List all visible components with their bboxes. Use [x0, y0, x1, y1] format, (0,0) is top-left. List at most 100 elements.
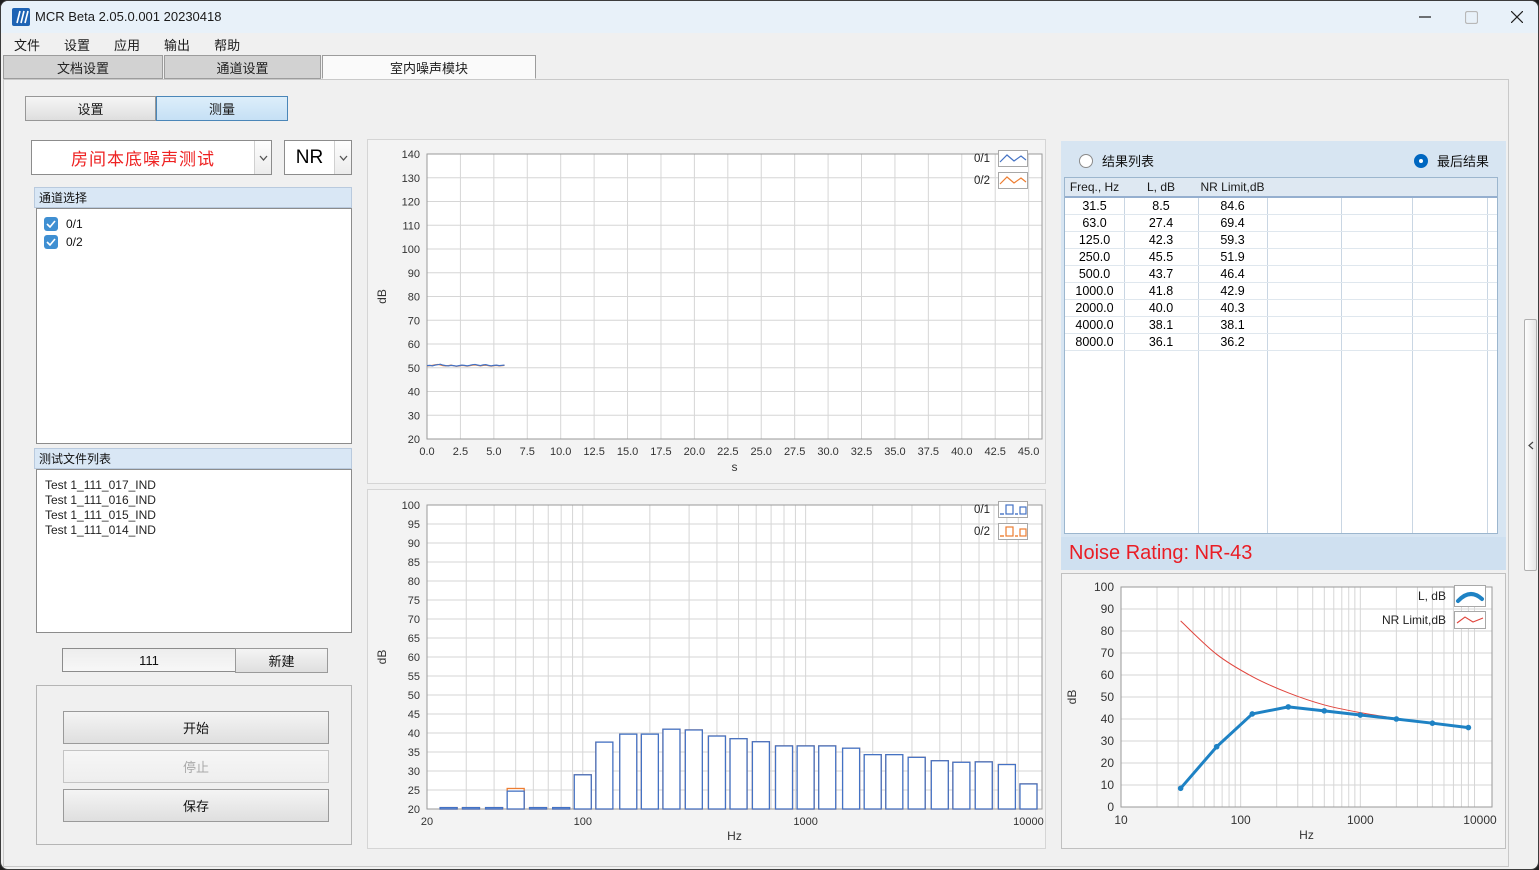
channel-list[interactable]: 0/1 0/2 [36, 208, 352, 444]
table-row[interactable]: 8000.036.136.2 [1065, 334, 1497, 351]
table-row[interactable]: 250.045.551.9 [1065, 249, 1497, 266]
nr-standard-value: NR [296, 147, 323, 169]
results-table-wrap: Freq., Hz L, dB NR Limit,dB 31.58.584.66… [1061, 175, 1506, 537]
maximize-button[interactable] [1448, 1, 1494, 33]
table-cell: 1000.0 [1065, 283, 1124, 299]
table-cell [1267, 266, 1341, 282]
table-cell: 8.5 [1124, 198, 1198, 214]
menu-item-apply[interactable]: 应用 [109, 35, 145, 54]
red-line-icon [1455, 613, 1485, 627]
start-button[interactable]: 开始 [63, 711, 329, 744]
new-button[interactable]: 新建 [235, 648, 328, 673]
menu-item-output[interactable]: 输出 [159, 35, 195, 54]
tab-channel-setup[interactable]: 通道设置 [164, 55, 321, 79]
svg-text:10: 10 [1101, 778, 1115, 792]
close-icon [1511, 11, 1523, 23]
nr-standard-combo[interactable]: NR [284, 140, 352, 175]
svg-text:20: 20 [408, 434, 420, 446]
radio-unselected-icon[interactable] [1079, 154, 1093, 168]
svg-text:35: 35 [408, 747, 420, 759]
table-cell: 51.9 [1198, 249, 1267, 265]
svg-text:dB: dB [375, 650, 389, 665]
svg-text:37.5: 37.5 [918, 446, 939, 458]
svg-text:30: 30 [408, 410, 420, 422]
test-type-combo[interactable]: 房间本底噪声测试 [31, 140, 272, 175]
title-bar: MCR Beta 2.05.0.001 20230418 [1, 1, 1539, 33]
save-button[interactable]: 保存 [63, 789, 329, 822]
file-item[interactable]: Test 1_111_014_IND [37, 523, 351, 538]
table-cell [1412, 317, 1487, 333]
file-item[interactable]: Test 1_111_015_IND [37, 508, 351, 523]
minimize-button[interactable] [1402, 1, 1448, 33]
checkbox-checked-icon[interactable] [44, 235, 58, 249]
collapse-panel-handle[interactable] [1524, 319, 1537, 571]
svg-text:0: 0 [1107, 800, 1114, 814]
table-row[interactable]: 125.042.359.3 [1065, 232, 1497, 249]
svg-text:90: 90 [1101, 602, 1115, 616]
table-row[interactable]: 31.58.584.6 [1065, 198, 1497, 215]
table-row[interactable]: 4000.038.138.1 [1065, 317, 1497, 334]
l-line-icon [1454, 585, 1486, 607]
svg-text:60: 60 [1101, 668, 1115, 682]
svg-text:45: 45 [408, 709, 420, 721]
column-header: NR Limit,dB [1198, 178, 1267, 196]
file-list[interactable]: Test 1_111_017_IND Test 1_111_016_IND Te… [36, 469, 352, 633]
column-header [1341, 178, 1412, 196]
radio-selected-icon[interactable] [1414, 154, 1428, 168]
result-list-radio[interactable]: 结果列表 [1079, 151, 1154, 170]
svg-text:42.5: 42.5 [984, 446, 1005, 458]
svg-text:65: 65 [408, 633, 420, 645]
table-cell: 42.3 [1124, 232, 1198, 248]
table-cell [1412, 283, 1487, 299]
tab-document-setup[interactable]: 文档设置 [3, 55, 163, 79]
table-row[interactable]: 63.027.469.4 [1065, 215, 1497, 232]
noise-rating-banner: Noise Rating: NR-43 [1061, 537, 1506, 570]
svg-text:45.0: 45.0 [1018, 446, 1039, 458]
table-cell [1341, 249, 1412, 265]
radio-label: 最后结果 [1437, 151, 1489, 170]
table-cell [1341, 317, 1412, 333]
svg-text:22.5: 22.5 [717, 446, 738, 458]
svg-text:10000: 10000 [1463, 813, 1497, 827]
last-result-radio[interactable]: 最后结果 [1414, 151, 1489, 170]
tab-room-noise-module[interactable]: 室内噪声模块 [322, 55, 536, 79]
menu-item-help[interactable]: 帮助 [209, 35, 245, 54]
results-table[interactable]: Freq., Hz L, dB NR Limit,dB 31.58.584.66… [1064, 177, 1498, 534]
table-cell [1341, 266, 1412, 282]
table-cell [1267, 300, 1341, 316]
svg-text:75: 75 [408, 595, 420, 607]
column-header: Freq., Hz [1065, 178, 1124, 196]
chevron-down-icon [339, 155, 348, 161]
table-cell: 36.2 [1198, 334, 1267, 350]
subtab-measure[interactable]: 测量 [156, 96, 288, 121]
minimize-icon [1419, 11, 1431, 23]
table-row[interactable]: 1000.041.842.9 [1065, 283, 1497, 300]
table-row[interactable]: 500.043.746.4 [1065, 266, 1497, 283]
table-cell: 40.3 [1198, 300, 1267, 316]
file-item[interactable]: Test 1_111_017_IND [37, 478, 351, 493]
test-type-combo-arrow[interactable] [254, 141, 271, 174]
spectrum-legend-row: 0/2 [888, 523, 1028, 540]
svg-text:85: 85 [408, 557, 420, 569]
result-view-switch: 结果列表 最后结果 [1061, 141, 1506, 175]
menu-item-file[interactable]: 文件 [9, 35, 45, 54]
table-row[interactable]: 2000.040.040.3 [1065, 300, 1497, 317]
session-name-input[interactable] [62, 648, 236, 672]
table-cell: 69.4 [1198, 215, 1267, 231]
file-item[interactable]: Test 1_111_016_IND [37, 493, 351, 508]
checkbox-checked-icon[interactable] [44, 217, 58, 231]
radio-label: 结果列表 [1102, 151, 1154, 170]
table-cell: 38.1 [1198, 317, 1267, 333]
svg-text:10.0: 10.0 [550, 446, 571, 458]
table-cell: 36.1 [1124, 334, 1198, 350]
close-button[interactable] [1494, 1, 1539, 33]
legend-label: L, dB [1418, 589, 1446, 603]
channel-item[interactable]: 0/2 [37, 233, 351, 251]
table-cell: 2000.0 [1065, 300, 1124, 316]
menu-item-settings[interactable]: 设置 [59, 35, 95, 54]
subtab-setup[interactable]: 设置 [25, 96, 156, 121]
results-table-body: 31.58.584.663.027.469.4125.042.359.3250.… [1065, 198, 1497, 351]
nr-combo-arrow[interactable] [334, 141, 351, 174]
channel-item[interactable]: 0/1 [37, 215, 351, 233]
time-chart-legend-row: 0/1 [888, 150, 1028, 167]
